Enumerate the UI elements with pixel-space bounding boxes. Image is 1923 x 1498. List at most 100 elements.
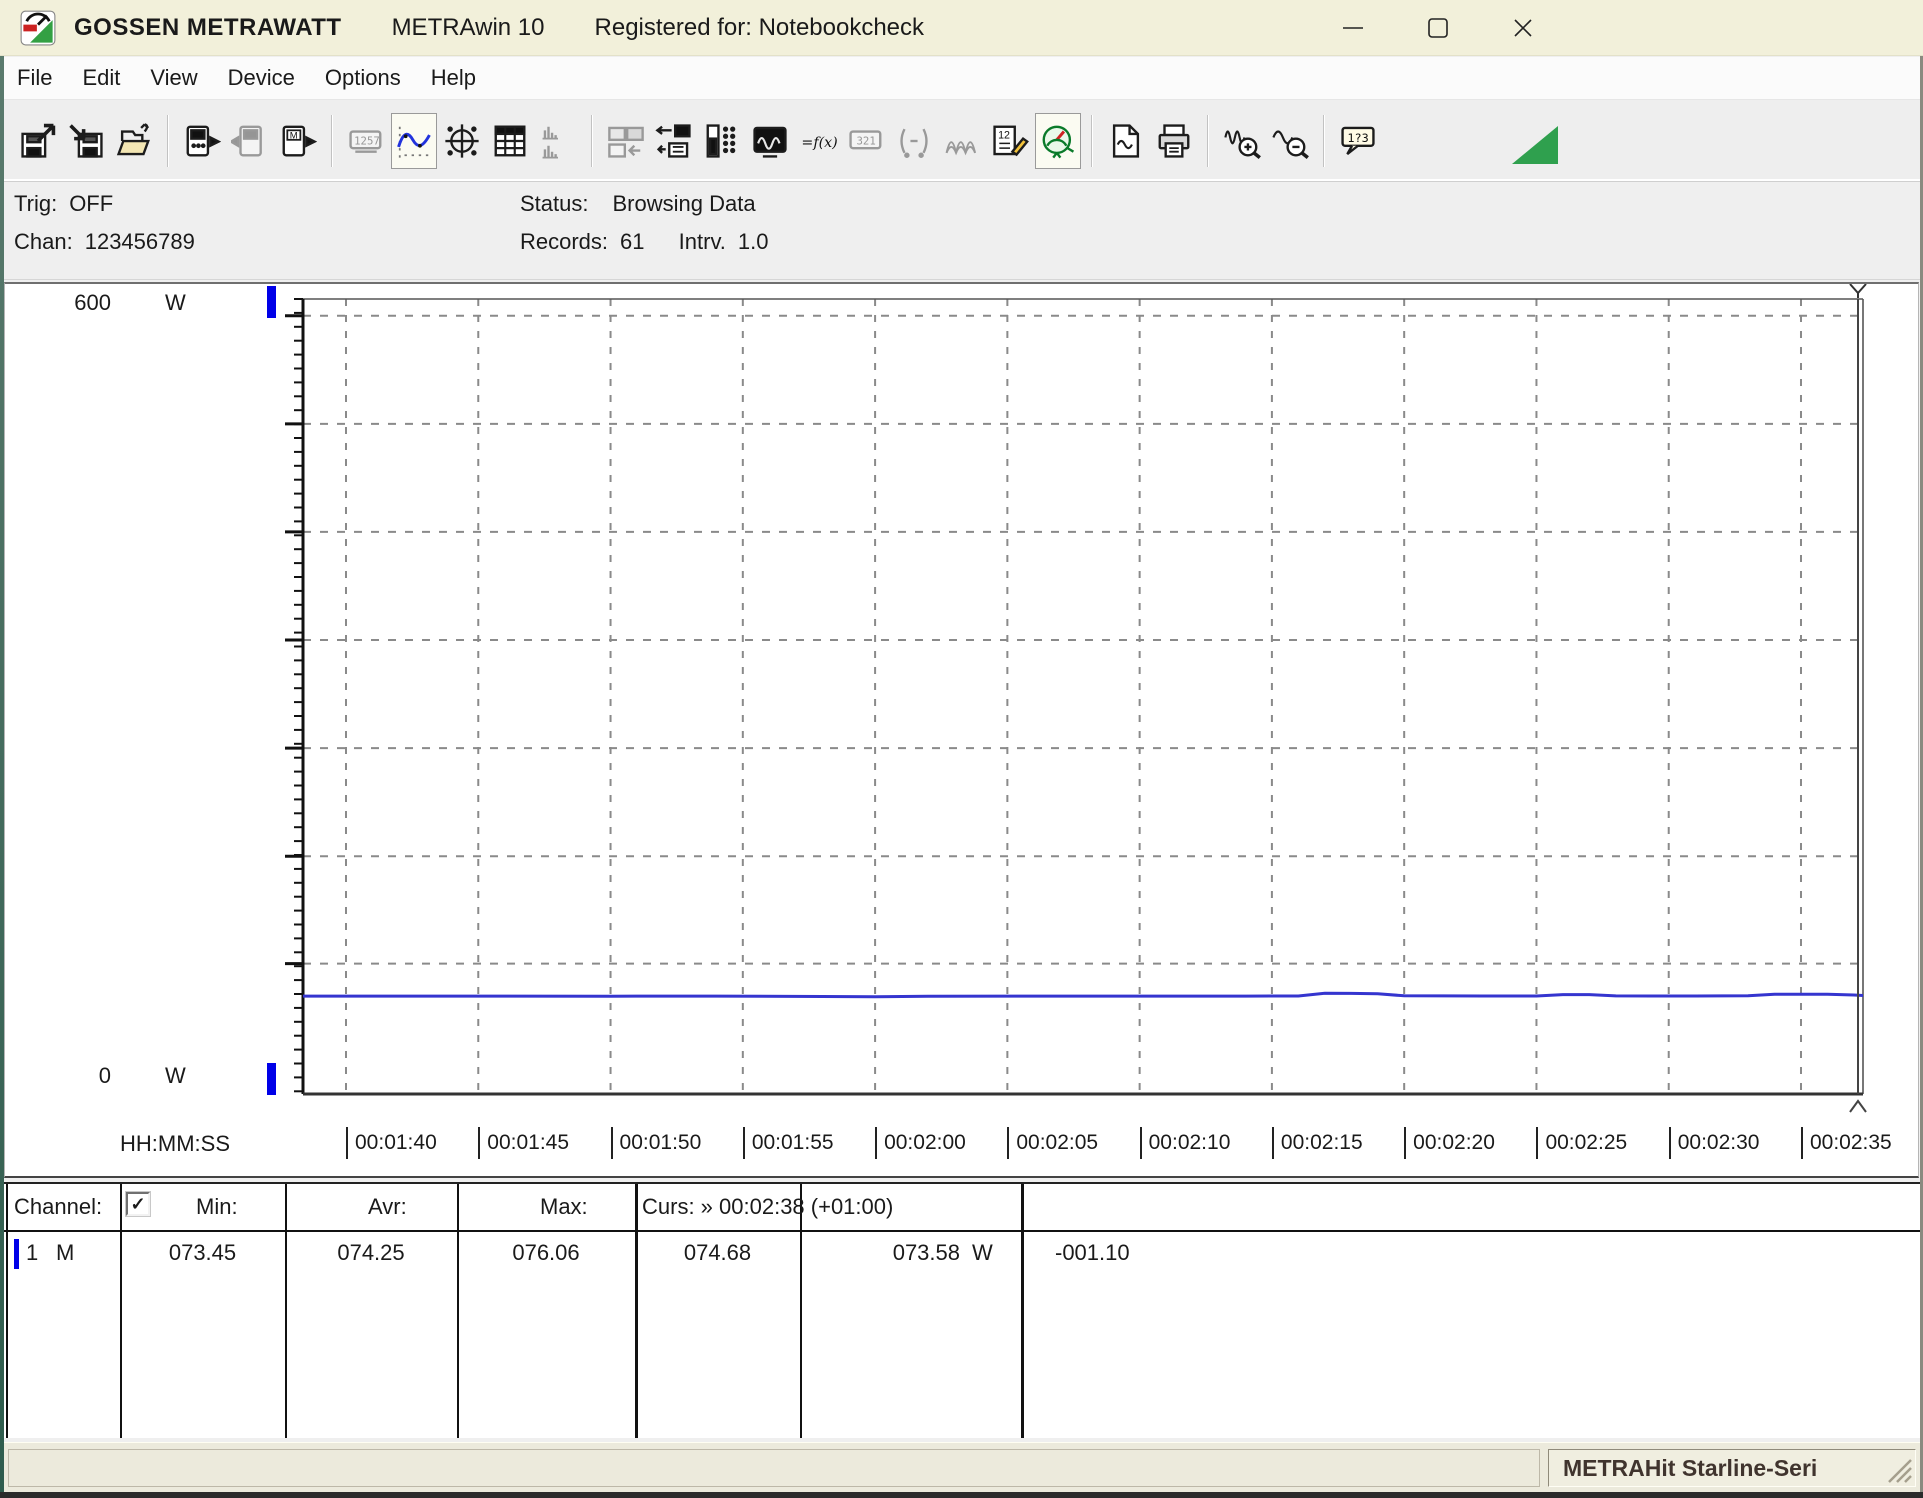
menu-help[interactable]: Help: [416, 65, 491, 91]
print-preview-icon: [1107, 122, 1145, 160]
x-tick-label: 00:01:40: [346, 1127, 437, 1159]
save-icon: [67, 122, 105, 160]
svg-text:M: M: [290, 130, 298, 141]
x-axis: HH:MM:SS 00:01:4000:01:4500:01:5000:01:5…: [5, 1127, 1920, 1167]
y-axis-max-label: 600: [45, 290, 111, 316]
menu-edit[interactable]: Edit: [67, 65, 135, 91]
toolbar: M 1257 =f(x) 321 12 1?3: [0, 100, 1923, 182]
energy-meter-icon: [1039, 122, 1077, 160]
toolbar-button-formula[interactable]: =f(x): [795, 113, 841, 169]
channel1-scale-marker-top: [267, 286, 276, 318]
toolbar-button-save-export[interactable]: [15, 113, 61, 169]
x-tick-label: 00:02:35: [1801, 1127, 1892, 1159]
toolbar-button-open[interactable]: [111, 113, 157, 169]
toolbar-button-data-table[interactable]: [487, 113, 533, 169]
app-logo-icon: [20, 10, 56, 46]
x-tick-label: 00:01:55: [743, 1127, 834, 1159]
menu-file[interactable]: File: [2, 65, 67, 91]
trigger-status: Trig: OFF: [14, 191, 113, 217]
toolbar-button-zoom-time-out[interactable]: [1267, 113, 1313, 169]
window-title-brand: GOSSEN METRAWATT: [74, 14, 342, 42]
toolbar-button-xy-chart[interactable]: [439, 113, 485, 169]
toolbar-button-device-read-321[interactable]: [179, 113, 225, 169]
series-line: [293, 993, 1880, 997]
menu-options[interactable]: Options: [310, 65, 416, 91]
toolbar-button-device-read-m[interactable]: M: [275, 113, 321, 169]
statusbar-device-panel: METRAHit Starline-Seri: [1548, 1449, 1916, 1487]
toolbar-button-print-preview[interactable]: [1103, 113, 1149, 169]
statusbar-message-area: [8, 1449, 1540, 1487]
table-divider-thick: [635, 1184, 638, 1438]
channel-setup-icon: [655, 122, 693, 160]
row-delta: -001.10: [1055, 1240, 1130, 1266]
window-title-app: METRAwin 10: [392, 14, 545, 42]
toolbar-button-save[interactable]: [63, 113, 109, 169]
menubar: FileEditViewDeviceOptionsHelp: [0, 57, 1923, 100]
device-write-321-icon: [231, 122, 269, 160]
header-cursor: Curs: » 00:02:38 (+01:00): [642, 1194, 893, 1220]
table-divider: [120, 1184, 122, 1438]
trig-value: OFF: [69, 191, 113, 216]
svg-text:321: 321: [857, 134, 876, 147]
toolbar-button-panel-config: [603, 113, 649, 169]
window-left-edge: [0, 56, 4, 1492]
resize-grip-icon[interactable]: [1885, 1456, 1913, 1484]
panel-config-icon: [607, 122, 645, 160]
row-avr: 074.25: [285, 1240, 457, 1266]
status-line: Status:Browsing Data: [520, 191, 756, 217]
device-read-321-icon: [183, 122, 221, 160]
records-line: Records:61 Intrv.1.0: [520, 229, 769, 255]
toolbar-button-scope-display[interactable]: [747, 113, 793, 169]
cursor-y-handle-icon[interactable]: [1850, 284, 1866, 298]
channel-visibility-checkbox[interactable]: ✓: [126, 1192, 150, 1216]
row-min: 073.45: [120, 1240, 285, 1266]
x-axis-format-label: HH:MM:SS: [120, 1131, 230, 1157]
table-left-border: [6, 1184, 8, 1438]
line-chart-icon: [395, 122, 433, 160]
maximize-button[interactable]: [1395, 0, 1480, 56]
toolbar-button-channel-setup[interactable]: [651, 113, 697, 169]
toolbar-button-device-write-321: [227, 113, 273, 169]
window-title-registered: Registered for: Notebookcheck: [595, 14, 925, 42]
channel1-scale-marker-bottom: [267, 1063, 276, 1095]
x-tick-label: 00:02:10: [1140, 1127, 1231, 1159]
x-tick-label: 00:02:00: [875, 1127, 966, 1159]
zoom-time-out-icon: [1271, 122, 1309, 160]
minimize-button[interactable]: [1310, 0, 1395, 56]
x-tick-label: 00:02:20: [1404, 1127, 1495, 1159]
device-name-label: METRAHit Starline-Seri: [1563, 1455, 1817, 1482]
menu-view[interactable]: View: [135, 65, 212, 91]
interval-value: 1.0: [738, 229, 769, 254]
x-tick-label: 00:02:25: [1536, 1127, 1627, 1159]
table-divider-thick: [1021, 1184, 1024, 1438]
y-axis-min-label: 0: [45, 1063, 111, 1089]
envelope-icon: [943, 122, 981, 160]
toolbar-button-notes[interactable]: 12: [987, 113, 1033, 169]
toolbar-separator: [1207, 115, 1209, 167]
toolbar-button-energy-meter[interactable]: [1035, 113, 1081, 169]
svg-text:12: 12: [998, 129, 1010, 141]
cursor-bottom-handle-icon[interactable]: [1850, 1101, 1866, 1112]
toolbar-button-histogram: [535, 113, 581, 169]
close-button[interactable]: [1480, 0, 1565, 56]
bar-meter-icon: [703, 122, 741, 160]
formula-icon: =f(x): [799, 122, 837, 160]
chan-value: 123456789: [85, 229, 195, 254]
menu-device[interactable]: Device: [213, 65, 310, 91]
trig-label: Trig:: [14, 191, 57, 216]
toolbar-button-zoom-time-in[interactable]: [1219, 113, 1265, 169]
toolbar-separator: [1323, 115, 1325, 167]
interval-label: Intrv.: [679, 229, 726, 254]
print-icon: [1155, 122, 1193, 160]
toolbar-button-print[interactable]: [1151, 113, 1197, 169]
toolbar-button-line-chart[interactable]: [391, 113, 437, 169]
svg-text:1257: 1257: [354, 134, 380, 147]
toolbar-button-bar-meter[interactable]: [699, 113, 745, 169]
chart-panel[interactable]: 600 W 0 W HH:MM:SS 00:01:4000:01:4500:01…: [4, 282, 1919, 1178]
plot-area[interactable]: [5, 284, 1920, 1180]
row-cursor-right: 073.58: [800, 1240, 960, 1266]
titlebar[interactable]: GOSSEN METRAWATT METRAwin 10 Registered …: [0, 0, 1923, 56]
x-tick-label: 00:02:30: [1669, 1127, 1760, 1159]
window-bottom-edge: [0, 1492, 1923, 1498]
toolbar-button-tooltip-123[interactable]: 1?3: [1335, 113, 1381, 169]
